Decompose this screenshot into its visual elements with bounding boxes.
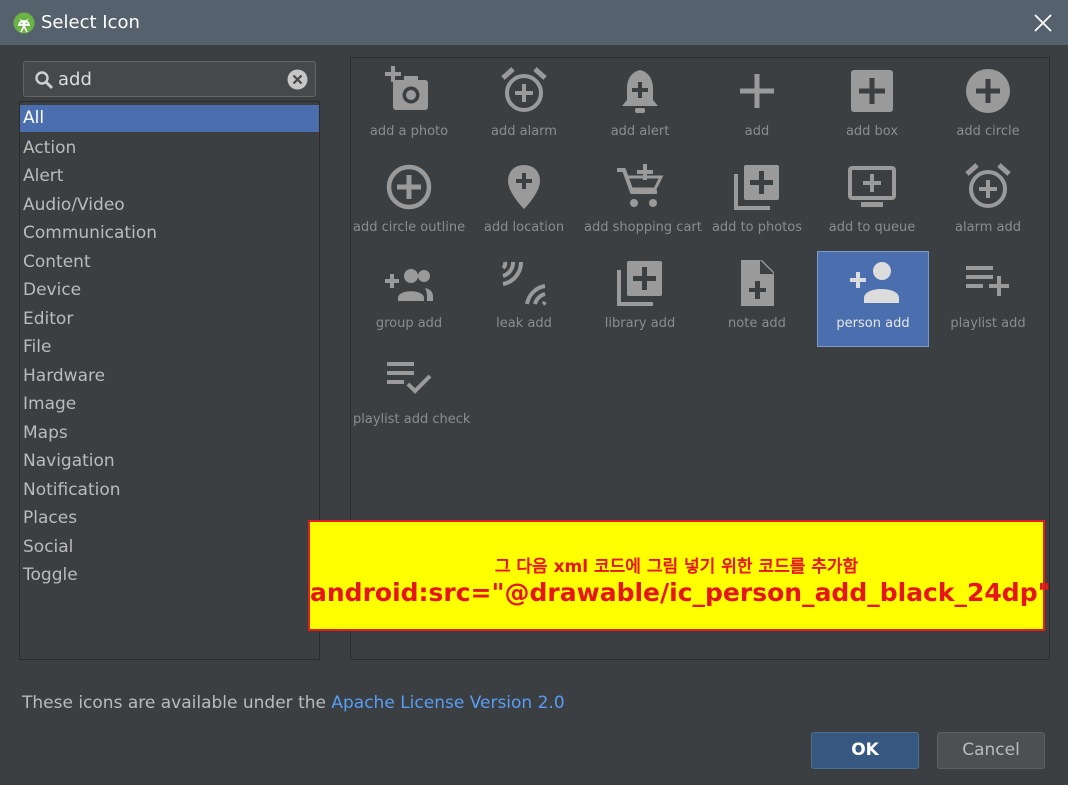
cancel-button[interactable]: Cancel [937,732,1045,769]
note-add-icon [741,260,774,306]
category-content[interactable]: Content [20,249,319,276]
category-file[interactable]: File [20,334,319,361]
add-icon [740,74,774,108]
icon-label: add shopping cart [584,220,702,235]
playlist-add-check-icon [387,362,432,394]
add-circle-icon [966,69,1010,113]
category-social[interactable]: Social [20,534,319,561]
add-box-icon [851,70,893,112]
library-add-icon [617,261,662,306]
category-list: All Action Alert Audio/Video Communicati… [19,101,320,660]
icon-label: playlist add check [353,412,471,427]
icon-label: add [744,124,770,139]
icon-label: add circle outline [353,220,466,235]
close-icon [1034,14,1052,32]
icon-label: add to queue [828,220,916,235]
icon-label: library add [604,316,676,331]
icon-cell-add-circle-outline[interactable]: add circle outline [353,156,465,252]
search-icon [35,71,54,90]
icon-cell-leak-add[interactable]: leak add [468,252,580,348]
icon-cell-add-shopping-cart[interactable]: add shopping cart [584,156,702,252]
icon-label: add circle [956,124,1020,139]
icon-label: leak add [496,316,552,331]
category-image[interactable]: Image [20,391,319,418]
icon-cell-add-to-photos[interactable]: add to photos [701,156,813,252]
search-input[interactable] [58,65,278,93]
annotation-callout: 그 다음 xml 코드에 그림 넣기 위한 코드를 추가함 android:sr… [308,520,1051,631]
icon-cell-add-location[interactable]: add location [468,156,580,252]
icon-label: add a photo [369,124,449,139]
ok-button[interactable]: OK [811,732,919,769]
icon-label: add to photos [711,220,803,235]
icon-cell-alarm-add[interactable]: alarm add [932,156,1044,252]
icon-cell-add-a-photo[interactable]: add a photo [353,60,465,156]
icon-label: add alert [610,124,670,139]
icon-cell-add-to-queue[interactable]: add to queue [816,156,928,252]
category-navigation[interactable]: Navigation [20,448,319,475]
add-to-photos-icon [734,165,779,210]
icon-cell-add-circle[interactable]: add circle [932,60,1044,156]
icon-cell-person-add[interactable]: person add [817,251,929,347]
icon-cell-library-add[interactable]: library add [584,252,696,348]
annotation-line-1: 그 다음 xml 코드에 그림 넣기 위한 코드를 추가함 [494,557,859,577]
icon-cell-add-box[interactable]: add box [816,60,928,156]
close-button[interactable] [1030,10,1056,36]
icon-cell-note-add[interactable]: note add [701,252,813,348]
add-a-photo-icon [385,66,428,110]
playlist-add-icon [966,266,1009,296]
icon-label: note add [728,316,786,331]
category-maps[interactable]: Maps [20,420,319,447]
license-notice: These icons are available under the Apac… [22,693,565,713]
person-add-icon [850,262,899,303]
icon-label: add location [483,220,565,235]
add-circle-outline-icon [386,164,432,210]
annotation-line-2: android:src="@drawable/ic_person_add_bla… [310,578,1051,607]
add-location-icon [508,165,540,209]
icon-cell-add-alert[interactable]: add alert [584,60,696,156]
add-to-queue-icon [848,166,896,207]
add-alert-icon [622,70,658,113]
category-all[interactable]: All [20,105,319,132]
category-communication[interactable]: Communication [20,220,319,247]
category-editor[interactable]: Editor [20,306,319,333]
clear-icon[interactable] [287,69,308,90]
icon-cell-add-alarm[interactable]: add alarm [468,60,580,156]
icon-cell-group-add[interactable]: group add [353,252,465,348]
category-hardware[interactable]: Hardware [20,363,319,390]
category-alert[interactable]: Alert [20,163,319,190]
icon-cell-add[interactable]: add [701,60,813,156]
android-studio-icon [13,12,35,34]
group-add-icon [385,269,433,301]
search-box [23,61,316,97]
icon-label: alarm add [955,220,1021,235]
add-shopping-cart-icon [617,164,664,207]
icon-label: add alarm [491,124,557,139]
window-title: Select Icon [41,12,140,33]
icon-cell-playlist-add[interactable]: playlist add [932,252,1044,348]
alarm-add-icon [965,163,1011,208]
leak-add-icon [501,261,547,306]
icon-label: playlist add [950,316,1026,331]
category-device[interactable]: Device [20,277,319,304]
icon-label: add box [845,124,899,139]
category-places[interactable]: Places [20,505,319,532]
icon-label: person add [836,316,910,331]
icon-label: group add [375,316,443,331]
add-alarm-icon [501,67,547,112]
category-audio-video[interactable]: Audio/Video [20,192,319,219]
license-link[interactable]: Apache License Version 2.0 [331,693,564,713]
icon-cell-playlist-add-check[interactable]: playlist add check [353,348,471,444]
license-text: These icons are available under the [22,693,332,713]
category-toggle[interactable]: Toggle [20,562,319,589]
title-bar: Select Icon [0,0,1068,45]
category-action[interactable]: Action [20,135,319,162]
category-notification[interactable]: Notification [20,477,319,504]
